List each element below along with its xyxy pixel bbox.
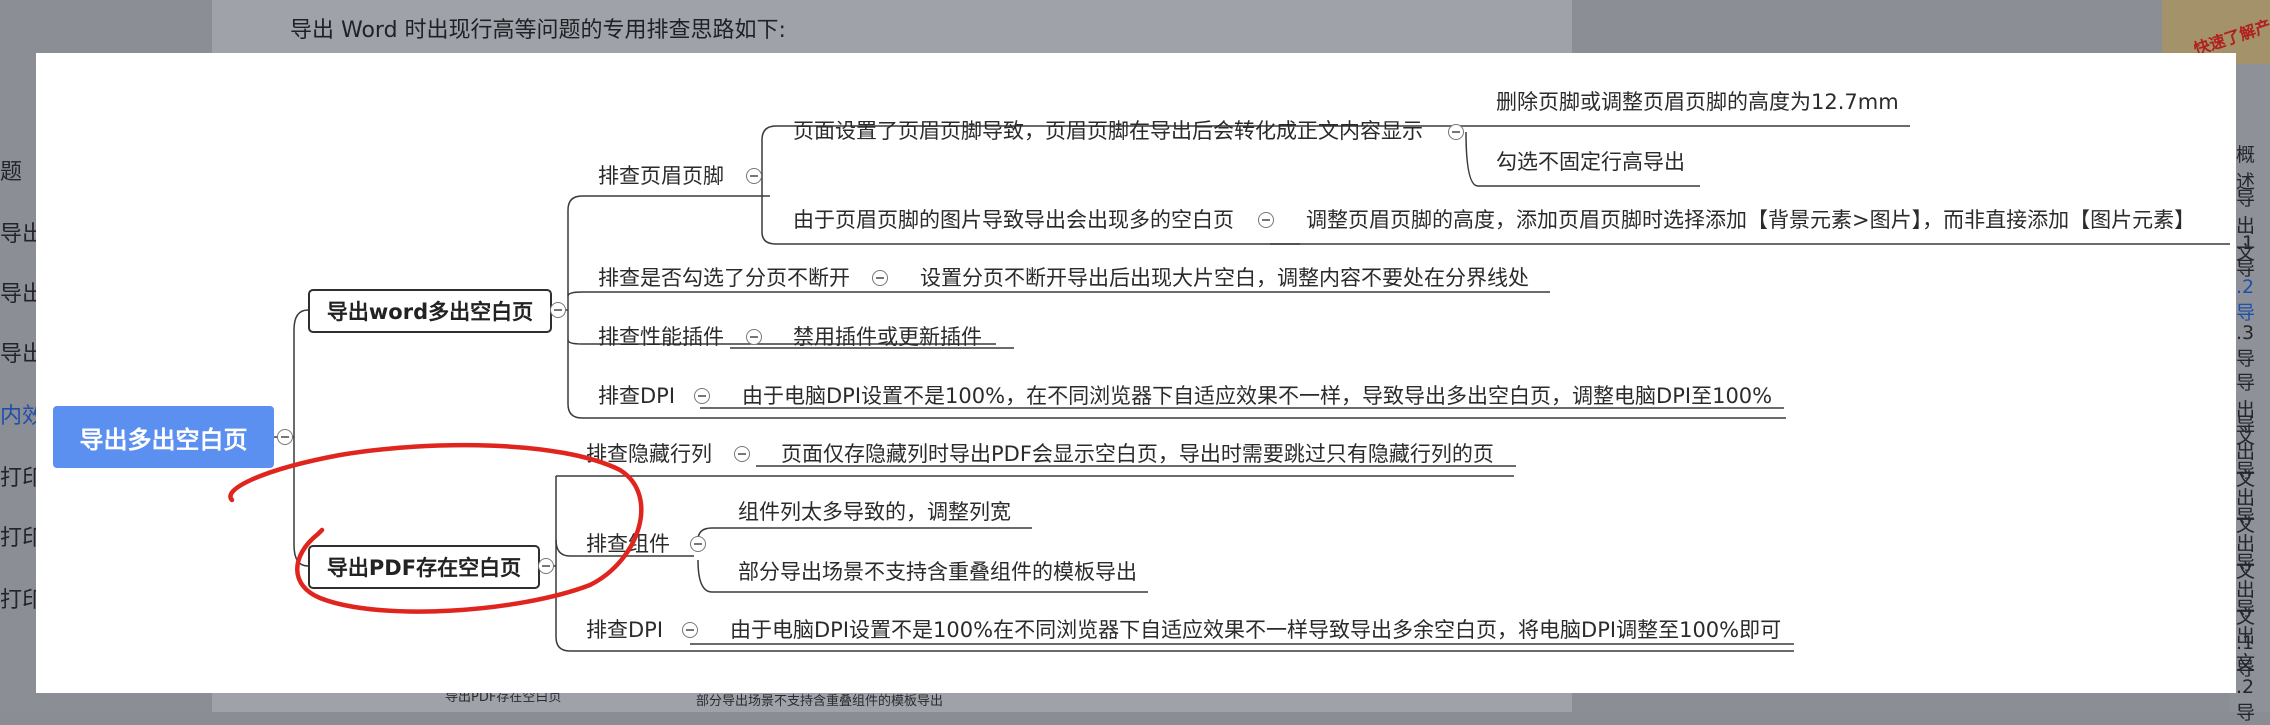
- collapse-icon[interactable]: [682, 622, 698, 638]
- collapse-icon[interactable]: [746, 168, 762, 184]
- collapse-icon[interactable]: [746, 329, 762, 345]
- solution-node[interactable]: 删除页脚或调整页眉页脚的高度为12.7mm: [1496, 88, 1899, 116]
- header-footer-image-node[interactable]: 由于页眉页脚的图片导致导出会出现多的空白页: [793, 206, 1234, 234]
- solution-node[interactable]: 调整页眉页脚的高度，添加页眉页脚时选择添加【背景元素>图片】，而非直接添加【图片…: [1306, 206, 2195, 234]
- check-hidden-rows-node[interactable]: 排查隐藏行列: [586, 440, 712, 468]
- word-branch-node[interactable]: 导出word多出空白页: [308, 289, 552, 333]
- toc-item-active[interactable]: .2 导: [2236, 276, 2270, 325]
- check-dpi-node[interactable]: 排查DPI: [586, 616, 663, 644]
- solution-node[interactable]: 设置分页不断开导出后出现大片空白，调整内容不要处在分界线处: [920, 264, 1529, 292]
- collapse-icon[interactable]: [1258, 212, 1274, 228]
- solution-node[interactable]: 部分导出场景不支持含重叠组件的模板导出: [738, 558, 1137, 586]
- solution-node[interactable]: 勾选不固定行高导出: [1496, 148, 1685, 176]
- solution-node[interactable]: 由于电脑DPI设置不是100%，在不同浏览器下自适应效果不一样，导致导出多出空白…: [742, 382, 1772, 410]
- collapse-icon[interactable]: [550, 302, 566, 318]
- check-dpi-node[interactable]: 排查DPI: [598, 382, 675, 410]
- collapse-icon[interactable]: [690, 536, 706, 552]
- solution-node[interactable]: 禁用插件或更新插件: [793, 323, 982, 351]
- collapse-icon[interactable]: [1448, 124, 1464, 140]
- left-nav-item[interactable]: 题: [0, 154, 22, 186]
- collapse-icon[interactable]: [872, 270, 888, 286]
- toc-item[interactable]: .1 导: [2236, 632, 2270, 681]
- header-footer-cause-node[interactable]: 页面设置了页眉页脚导致，页眉页脚在导出后会转化成正文内容显示: [793, 117, 1423, 145]
- pdf-branch-node[interactable]: 导出PDF存在空白页: [308, 545, 540, 589]
- collapse-icon[interactable]: [277, 429, 293, 445]
- check-plugin-node[interactable]: 排查性能插件: [598, 323, 724, 351]
- mindmap-root-node[interactable]: 导出多出空白页: [53, 406, 274, 468]
- collapse-icon[interactable]: [538, 558, 554, 574]
- solution-node[interactable]: 由于电脑DPI设置不是100%在不同浏览器下自适应效果不一样导致导出多余空白页，…: [730, 616, 1781, 644]
- check-header-footer-node[interactable]: 排查页眉页脚: [598, 162, 724, 190]
- solution-node[interactable]: 页面仅存隐藏列时导出PDF会显示空白页，导出时需要跳过只有隐藏行列的页: [781, 440, 1494, 468]
- check-component-node[interactable]: 排查组件: [586, 530, 670, 558]
- toc-item[interactable]: .1 导: [2236, 232, 2270, 281]
- doc-heading: 导出 Word 时出现行高等问题的专用排查思路如下:: [290, 18, 786, 43]
- check-page-break-node[interactable]: 排查是否勾选了分页不断开: [598, 264, 850, 292]
- toc-item[interactable]: .3 导: [2236, 322, 2270, 371]
- mindmap-preview-modal: [36, 53, 2236, 693]
- collapse-icon[interactable]: [694, 388, 710, 404]
- collapse-icon[interactable]: [734, 446, 750, 462]
- toc-item[interactable]: .2 导: [2236, 676, 2270, 725]
- solution-node[interactable]: 组件列太多导致的，调整列宽: [738, 498, 1011, 526]
